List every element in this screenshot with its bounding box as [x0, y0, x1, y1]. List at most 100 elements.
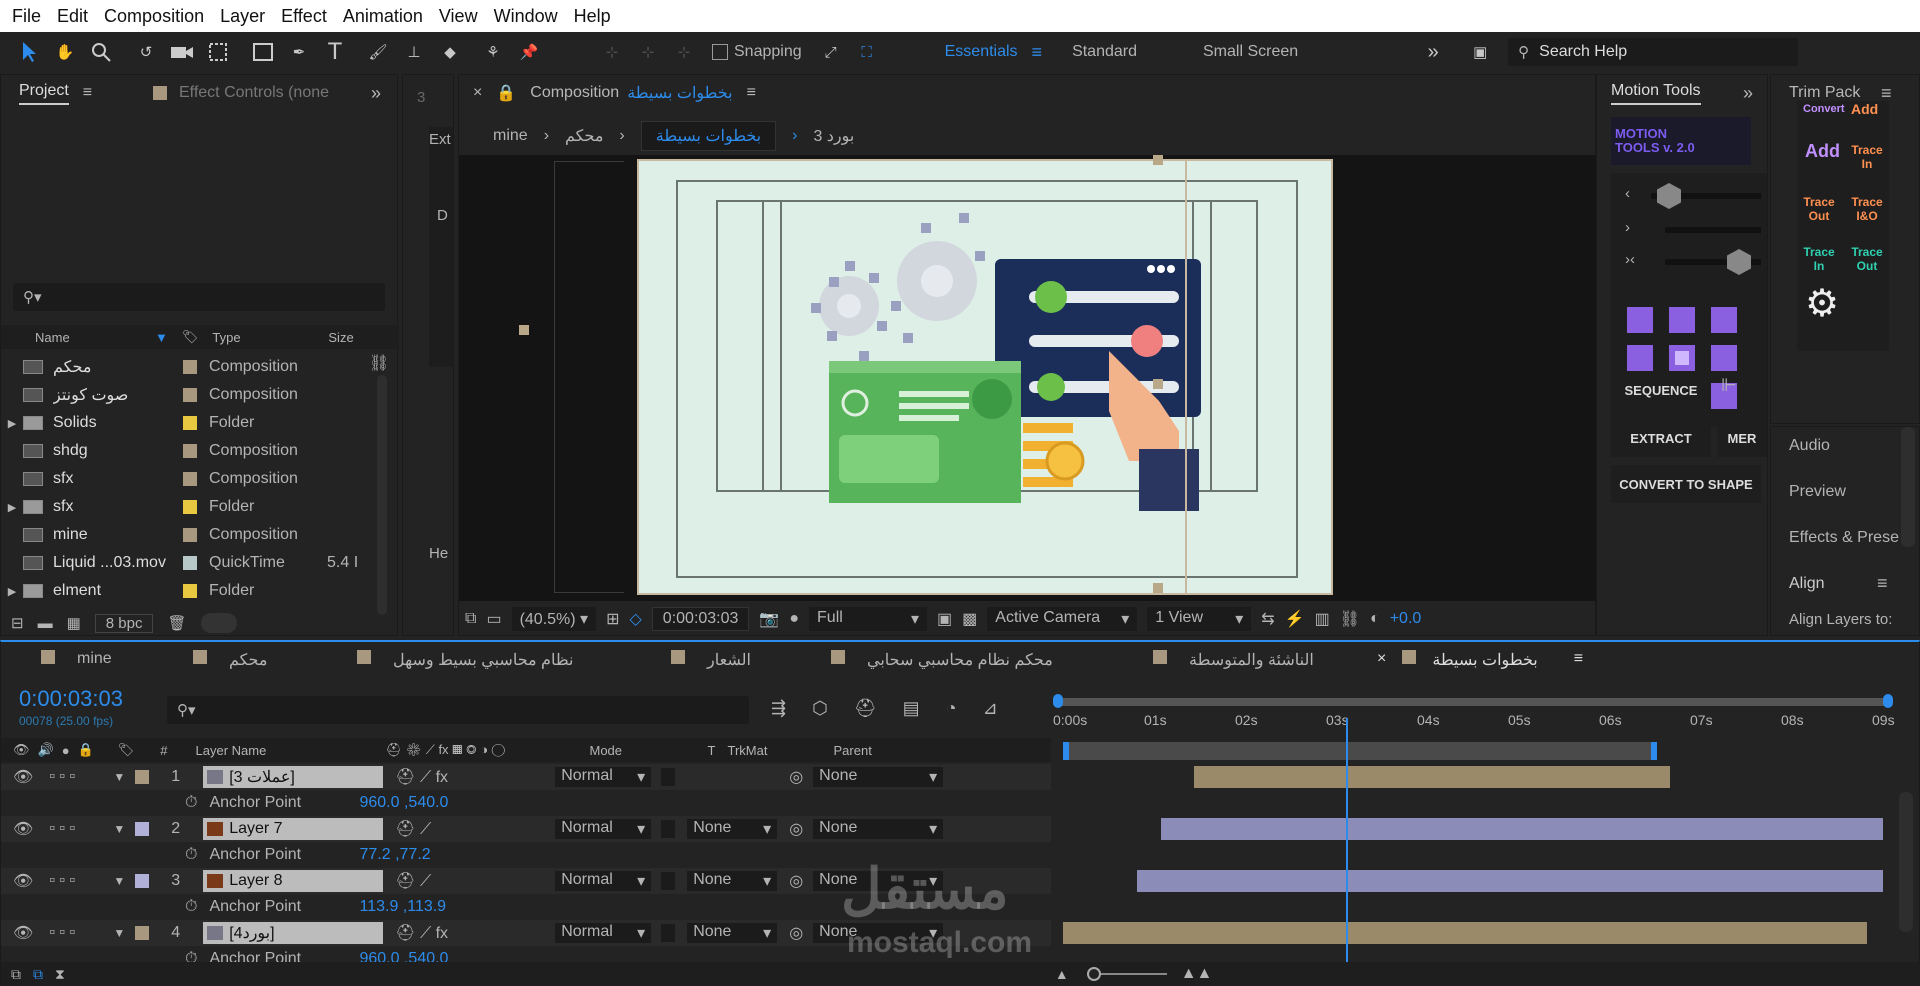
frame-blending-icon[interactable]: ▤: [903, 698, 920, 719]
eye-icon[interactable]: 👁: [13, 819, 33, 839]
add-button[interactable]: Add: [1805, 141, 1840, 162]
mode-dropdown[interactable]: Normal ▾: [555, 819, 652, 839]
parent-dropdown[interactable]: None ▾: [813, 767, 944, 787]
convert-button[interactable]: Convert: [1803, 103, 1845, 115]
property-value[interactable]: 960.0 ,540.0: [359, 794, 448, 812]
collapse-arrow-icon[interactable]: ▼: [113, 926, 125, 940]
work-area-end[interactable]: [1651, 742, 1657, 760]
layer-duration-bar[interactable]: [1194, 766, 1670, 788]
effects-presets-panel-tab[interactable]: Effects & Prese: [1789, 529, 1899, 547]
roto-brush-tool-icon[interactable]: ⚘: [478, 37, 508, 67]
draft-3d-icon[interactable]: ⚡: [1285, 609, 1305, 629]
axis-tool-icon[interactable]: ⊹: [597, 37, 627, 67]
col-size[interactable]: Size: [328, 330, 353, 345]
slider-track[interactable]: [1665, 227, 1761, 233]
region-of-interest-icon[interactable]: ◇: [629, 609, 641, 629]
label-swatch[interactable]: [183, 528, 197, 542]
lock-icon[interactable]: 🔒: [496, 83, 516, 103]
gear-icon[interactable]: ⚙: [1805, 281, 1839, 326]
time-ruler[interactable]: 0:00s 01s 02s 03s 04s 05s 06s 07s 08s 09s: [1053, 710, 1897, 740]
preserve-transparency-box[interactable]: [661, 924, 676, 942]
align-panel-tab[interactable]: Align: [1789, 575, 1825, 593]
snap-features-icon[interactable]: ⛶: [852, 37, 882, 67]
timeline-icon[interactable]: ▥: [1315, 609, 1330, 629]
list-item[interactable]: Liquid ...03.mov QuickTime 5.4 I: [1, 549, 358, 577]
rectangle-tool-icon[interactable]: [248, 37, 278, 67]
chevron-right-icon[interactable]: ›: [1625, 219, 1630, 236]
label-swatch[interactable]: [183, 388, 197, 402]
slider-handle[interactable]: [1657, 183, 1681, 209]
project-search-input[interactable]: ⚲▾: [13, 283, 385, 311]
layer-switches[interactable]: ⛑ ⟋: [395, 871, 475, 891]
navigator-end[interactable]: [1883, 694, 1893, 708]
brush-tool-icon[interactable]: 🖌: [363, 37, 393, 67]
lock-icon[interactable]: 🔒: [78, 742, 94, 758]
label-swatch[interactable]: [183, 416, 197, 430]
camera-dropdown[interactable]: Active Camera ▾: [987, 607, 1138, 631]
collapsed-tab[interactable]: 3: [417, 89, 425, 106]
collapse-arrow-icon[interactable]: ▼: [113, 822, 125, 836]
work-area-start[interactable]: [1063, 742, 1069, 760]
preview-panel-tab[interactable]: Preview: [1789, 483, 1846, 501]
chevron-both-icon[interactable]: ›‹: [1625, 251, 1635, 268]
label-swatch[interactable]: [135, 874, 150, 888]
viewer-timecode[interactable]: 0:00:03:03: [651, 607, 750, 631]
timeline-search-input[interactable]: ⚲▾: [167, 696, 749, 724]
clone-stamp-tool-icon[interactable]: ⊥: [399, 37, 429, 67]
fast-preview-icon[interactable]: ▣: [937, 609, 952, 629]
breadcrumb-item[interactable]: بورد 3: [813, 126, 854, 146]
transparency-grid-icon[interactable]: ▩: [962, 609, 977, 629]
transform-handle[interactable]: [519, 325, 529, 335]
breadcrumb-current[interactable]: بخطوات بسيطة: [640, 121, 777, 151]
list-item[interactable]: محكم Composition: [1, 353, 327, 381]
snapshot-icon[interactable]: 📷: [759, 609, 779, 629]
switch-cells[interactable]: ▫ ▫ ▫: [49, 872, 109, 890]
label-swatch[interactable]: [183, 500, 197, 514]
collapse-arrow-icon[interactable]: ▼: [113, 874, 125, 888]
layer-name-cell[interactable]: [بورد4]: [203, 922, 384, 944]
toggle-modes-icon[interactable]: ⧉: [33, 966, 43, 983]
workspace-standard[interactable]: Standard: [1072, 43, 1137, 61]
layer-name-cell[interactable]: Layer 7: [203, 818, 384, 840]
motion-blur-icon[interactable]: ◔: [946, 698, 957, 719]
monitor-icon[interactable]: ▭: [486, 609, 501, 629]
list-item[interactable]: shdg Composition: [1, 437, 327, 465]
pen-tool-icon[interactable]: ✒: [284, 37, 314, 67]
composition-viewer[interactable]: [459, 155, 1597, 601]
exposure-icon[interactable]: ◐: [1370, 610, 1380, 628]
parent-pickwhip-icon[interactable]: ◎: [789, 871, 803, 891]
comp-mini-flowchart-icon[interactable]: ⇶: [771, 698, 786, 719]
trkmat-dropdown[interactable]: None ▾: [687, 871, 778, 891]
hand-tool-icon[interactable]: ✋: [50, 37, 80, 67]
new-folder-icon[interactable]: ▬: [38, 615, 53, 632]
timeline-timecode[interactable]: 0:00:03:03: [19, 686, 123, 712]
layer-switches[interactable]: ⛑ ⟋ fx: [395, 767, 475, 787]
sync-settings-icon[interactable]: ▣: [1465, 37, 1495, 67]
list-item[interactable]: ▶ elment Folder: [1, 577, 327, 605]
view-axis-icon[interactable]: ⊹: [669, 37, 699, 67]
layer-row[interactable]: 👁 ▫ ▫ ▫ ▼ 2 Layer 7 ⛑ ⟋ Normal ▾ None ▾ ◎ …: [1, 816, 1051, 842]
selection-tool-icon[interactable]: [14, 37, 44, 67]
tab-motion-tools[interactable]: Motion Tools: [1611, 75, 1701, 111]
mode-dropdown[interactable]: Normal ▾: [555, 871, 652, 891]
timeline-tab[interactable]: محكم: [193, 650, 267, 670]
label-swatch[interactable]: [183, 444, 197, 458]
timeline-tab[interactable]: الناشئة والمتوسطة: [1153, 650, 1314, 670]
zoom-out-icon[interactable]: ▲: [1055, 966, 1069, 982]
shy-layers-icon[interactable]: ⛑: [854, 698, 877, 719]
switch-cells[interactable]: ▫ ▫ ▫: [49, 768, 109, 786]
panel-menu-icon[interactable]: ≡: [83, 84, 92, 102]
label-swatch[interactable]: [183, 360, 197, 374]
puppet-pin-tool-icon[interactable]: 📌: [514, 37, 544, 67]
switch-cells[interactable]: ▫ ▫ ▫: [49, 820, 109, 838]
preserve-transparency-box[interactable]: [661, 820, 676, 838]
trkmat-dropdown[interactable]: None ▾: [687, 923, 778, 943]
eye-icon[interactable]: 👁: [13, 742, 30, 758]
zoom-in-icon[interactable]: ▲▲: [1181, 965, 1213, 983]
menu-effect[interactable]: Effect: [277, 6, 331, 27]
workspace-small-screen[interactable]: Small Screen: [1203, 43, 1298, 61]
snapping-toggle[interactable]: Snapping: [712, 43, 802, 61]
label-col-icon[interactable]: 🏷: [182, 329, 199, 345]
tab-composition[interactable]: × 🔒 Composition بخطوات بسيطة ≡: [473, 75, 756, 111]
type-tool-icon[interactable]: T: [320, 37, 350, 67]
